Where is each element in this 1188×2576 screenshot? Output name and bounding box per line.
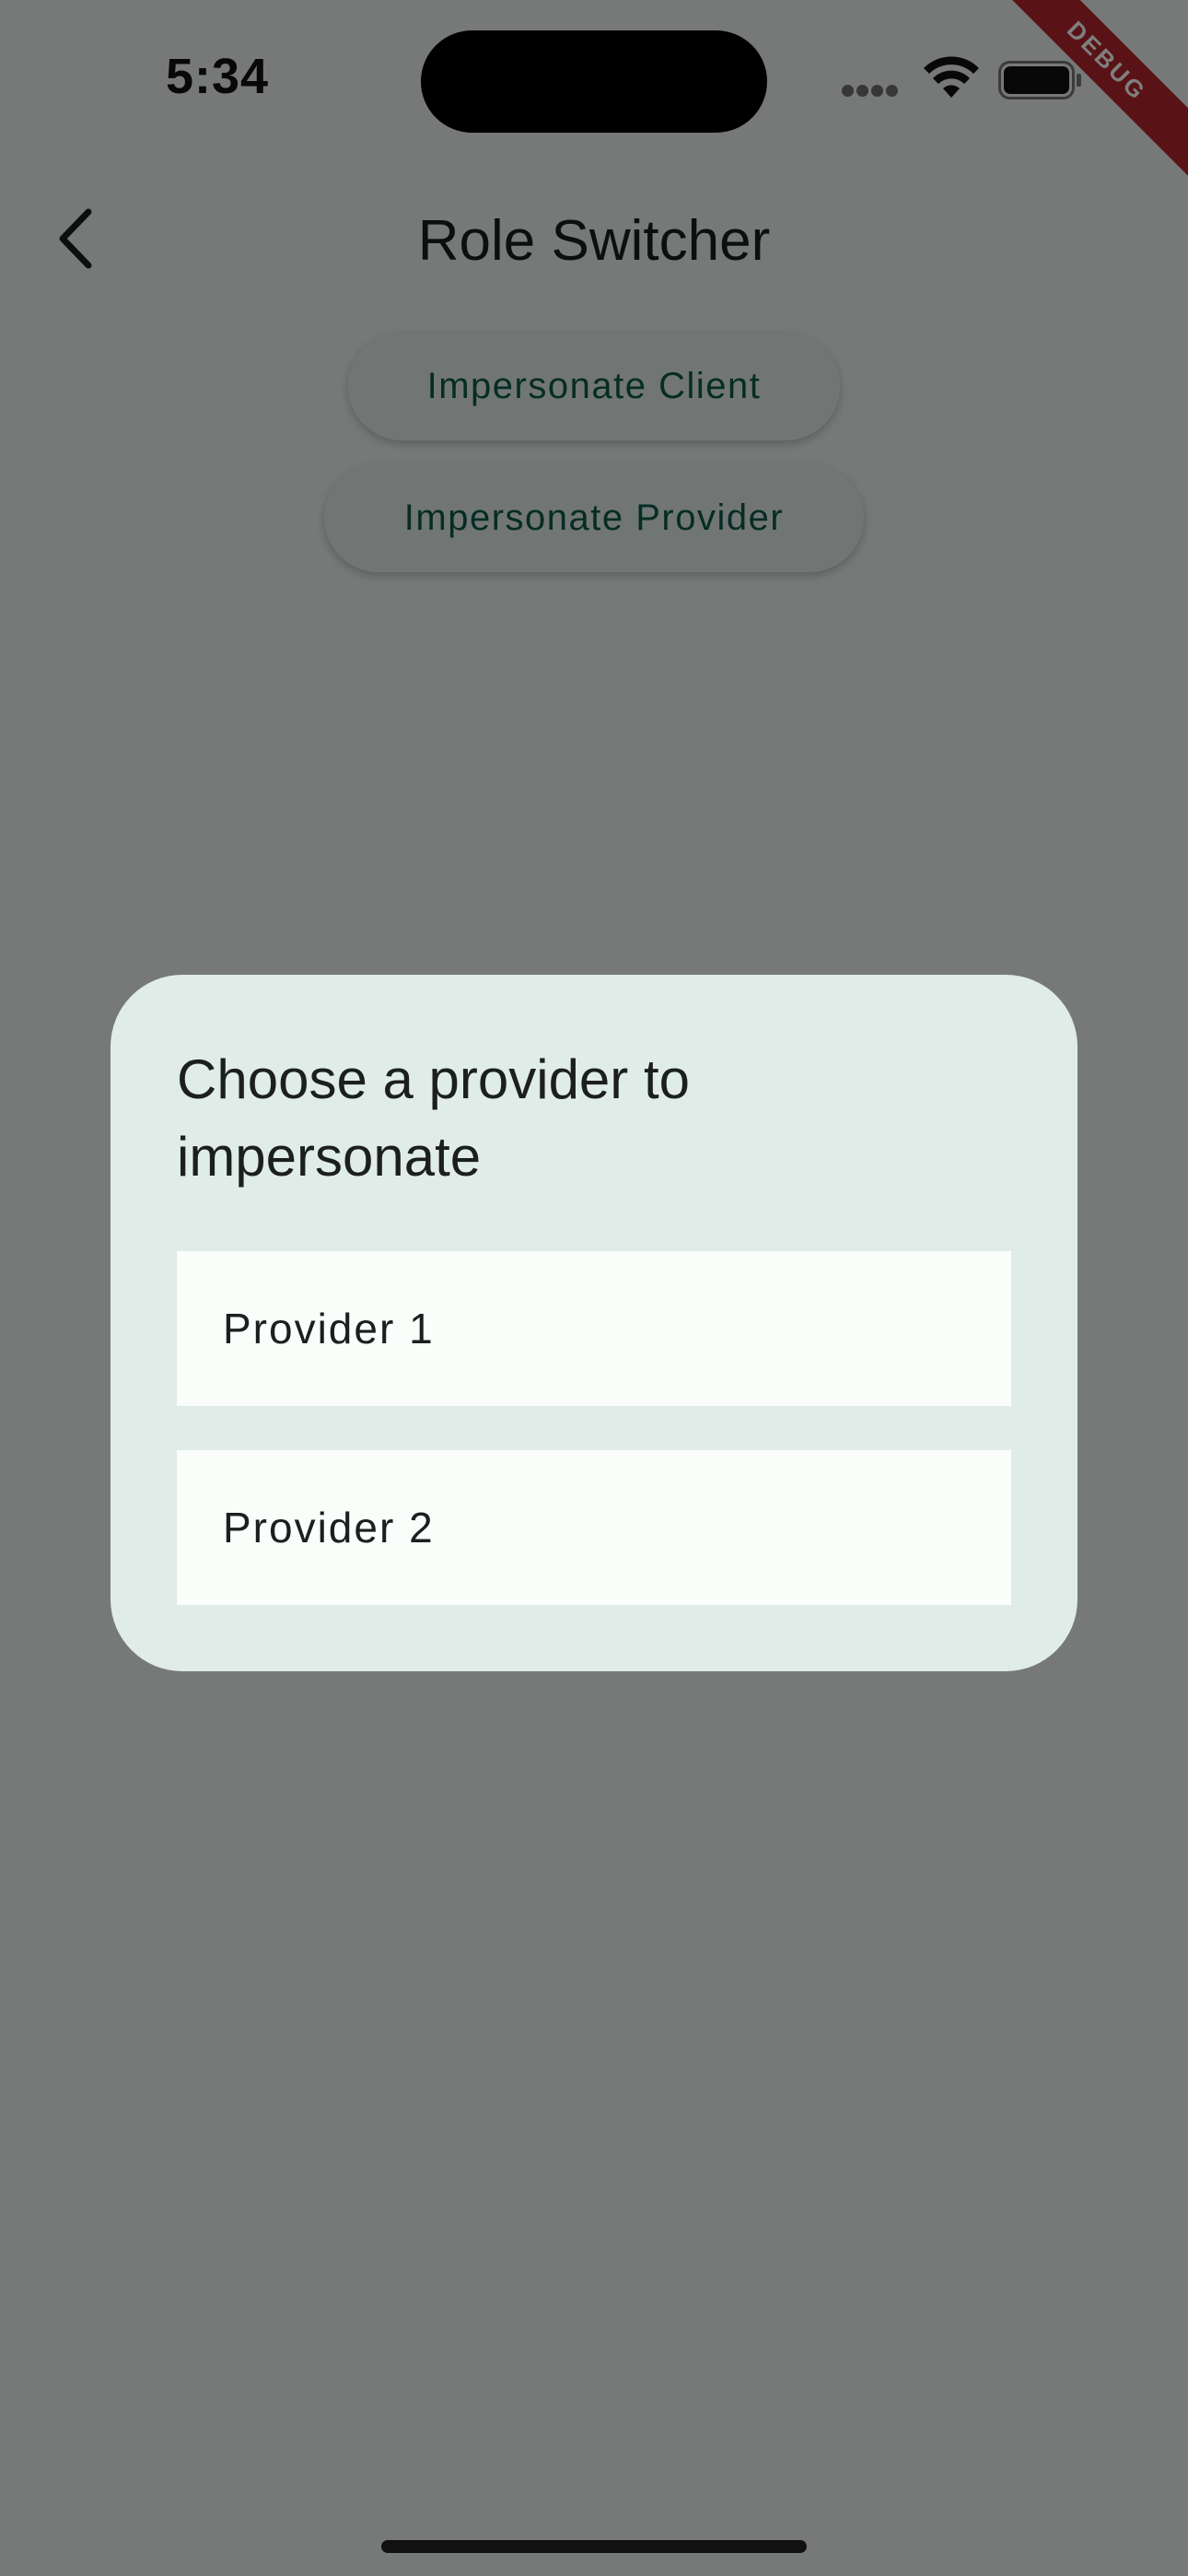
dialog-title: Choose a provider to impersonate (177, 1048, 690, 1188)
home-indicator (381, 2540, 807, 2553)
choose-provider-dialog: Choose a provider to impersonate Provide… (111, 975, 1077, 1671)
provider-option-1[interactable]: Provider 1 (177, 1251, 1011, 1406)
provider-option-2[interactable]: Provider 2 (177, 1450, 1011, 1605)
